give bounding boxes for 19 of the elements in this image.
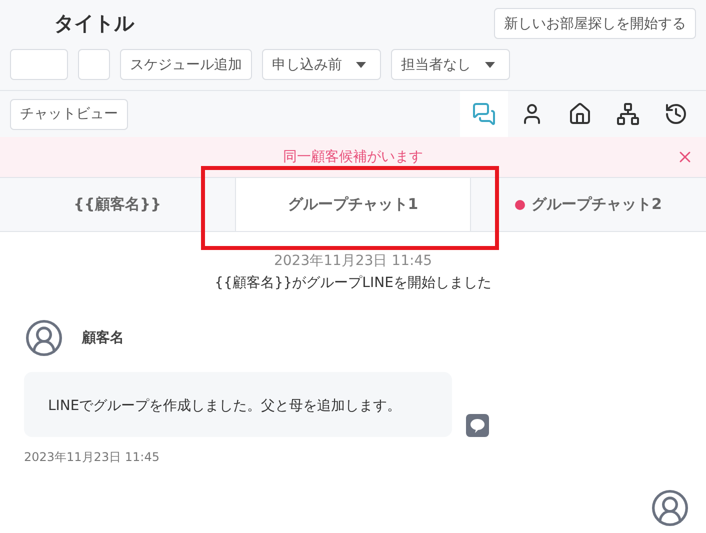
avatar-icon (24, 318, 64, 358)
chat-view-button[interactable]: チャットビュー (10, 98, 128, 130)
avatar-icon (650, 488, 690, 528)
system-message: {{顧客名}}がグループLINEを開始しました (214, 274, 492, 293)
system-time: 2023年11月23日 11:45 (272, 252, 434, 271)
schedule-button[interactable]: スケジュール追加 (120, 49, 252, 80)
chat-tab[interactable]: グループチャット2 (471, 178, 706, 231)
new-search-button[interactable]: 新しいお部屋探しを開始する (494, 8, 696, 39)
alert-text: 同一顧客候補がいます (283, 148, 423, 166)
page-title: タイトル (54, 10, 136, 37)
message-bubble: LINEでグループを作成しました。父と母を追加します。 (24, 372, 452, 437)
message-time: 2023年11月23日 11:45 (24, 449, 160, 466)
status-select[interactable]: 申し込み前 (262, 49, 381, 80)
sender-name: 顧客名 (82, 329, 124, 347)
chat-tab[interactable]: グループチャット1 (234, 178, 472, 231)
assignee-select[interactable]: 担当者なし (391, 49, 510, 80)
caret-icon (356, 62, 366, 68)
chat-tab[interactable]: {{顧客名}} (0, 178, 235, 231)
caret-icon (485, 62, 495, 68)
